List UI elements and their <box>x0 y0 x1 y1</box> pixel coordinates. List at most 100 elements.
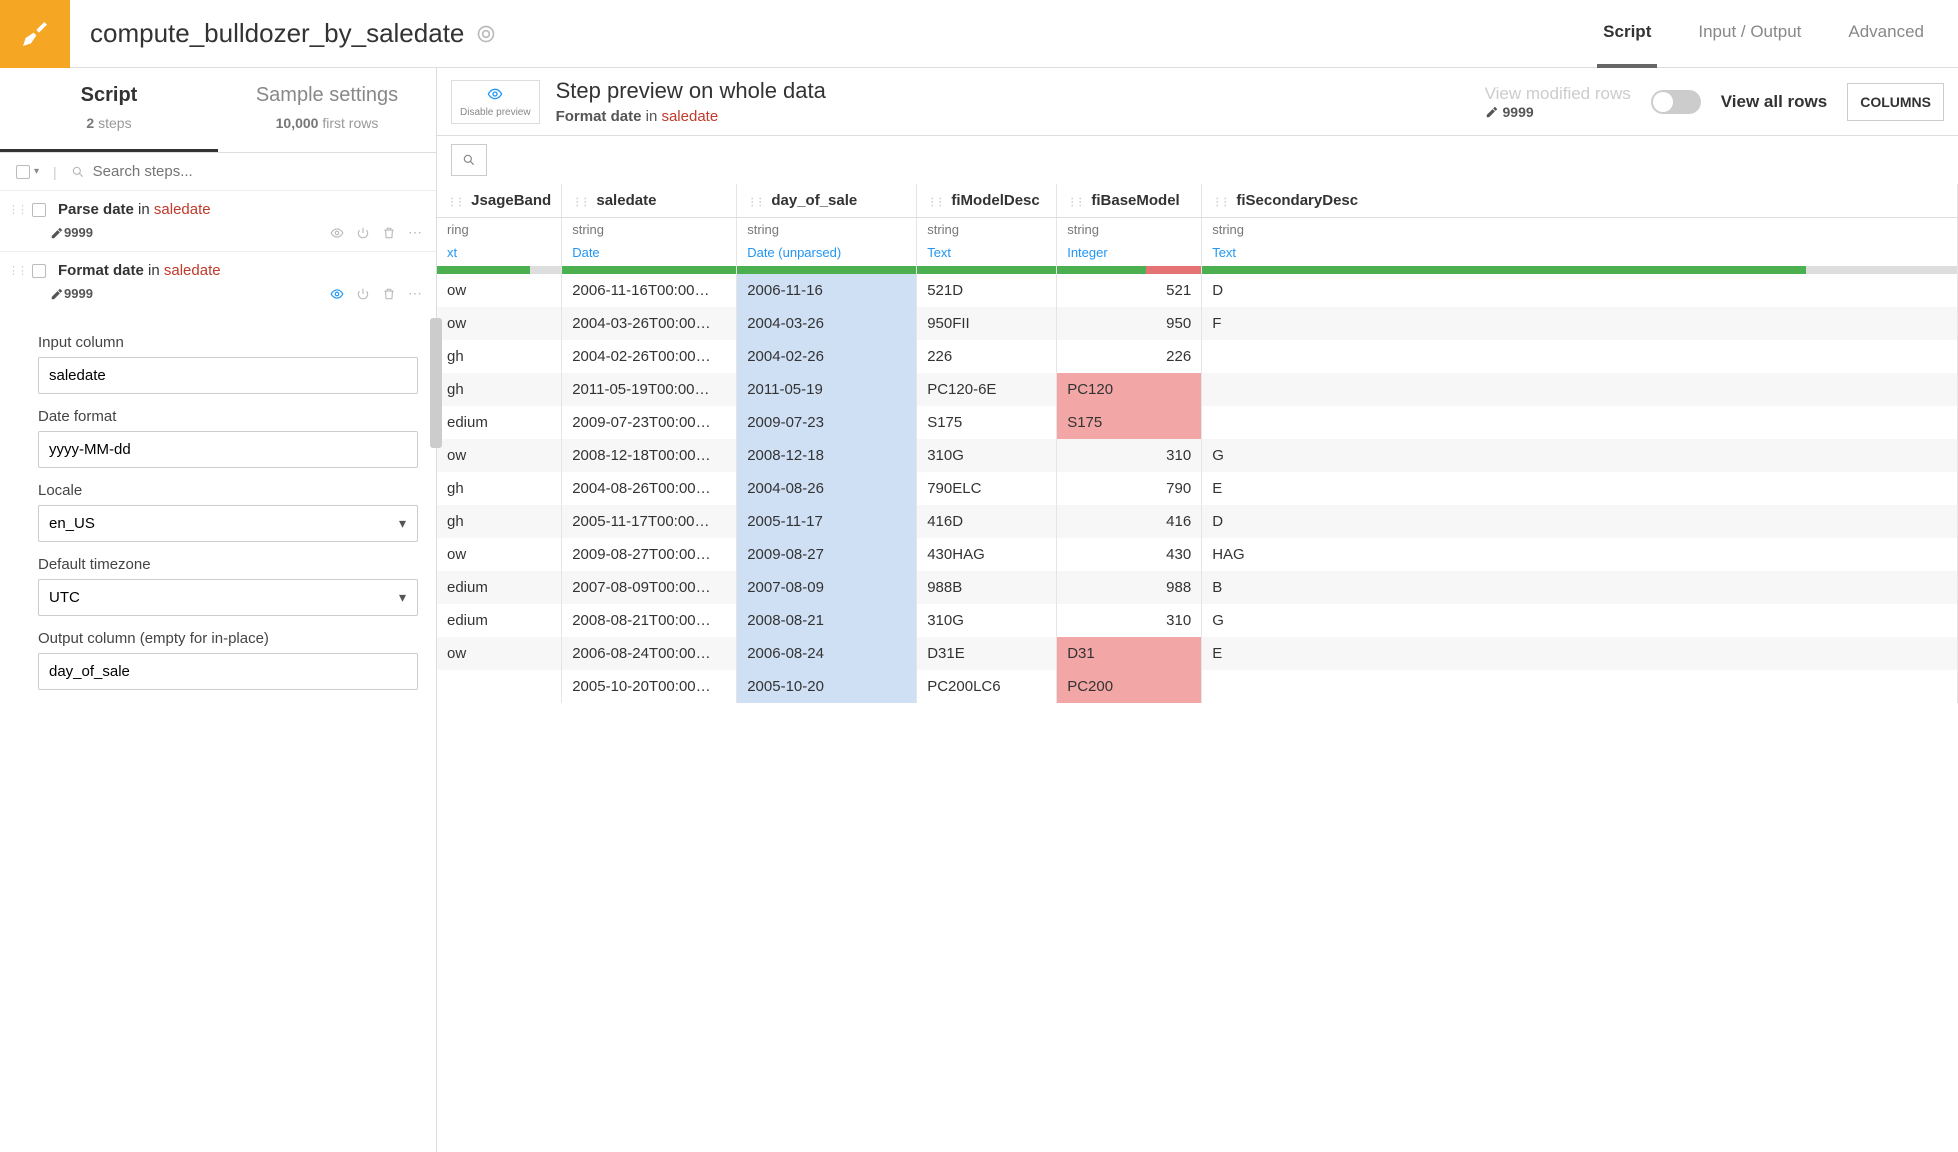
eye-icon <box>460 86 531 107</box>
timezone-label: Default timezone <box>38 556 418 573</box>
drag-handle-icon[interactable]: ⋮⋮ <box>8 203 26 216</box>
view-toggle[interactable] <box>1651 90 1701 114</box>
view-all-label: View all rows <box>1721 92 1827 112</box>
preview-subtitle: Format date in saledate <box>556 108 826 125</box>
output-column-field[interactable] <box>38 653 418 690</box>
table-toolbar <box>437 136 1958 184</box>
sidebar-tab-sample[interactable]: Sample settings 10,000 first rows <box>218 68 436 152</box>
column-type: string <box>917 218 1057 242</box>
table-row[interactable]: gh2005-11-17T00:00…2005-11-17416D416D <box>437 505 1958 538</box>
column-header[interactable]: ⋮⋮ fiSecondaryDesc <box>1202 184 1958 218</box>
column-meaning[interactable]: Text <box>917 241 1057 266</box>
select-all-checkbox[interactable] <box>16 165 30 179</box>
search-steps-input[interactable] <box>93 163 420 180</box>
data-table[interactable]: ⋮⋮ JsageBand⋮⋮ saledate⋮⋮ day_of_sale⋮⋮ … <box>437 184 1958 1152</box>
column-type: ring <box>437 218 562 242</box>
column-quality-bar <box>1057 266 1202 274</box>
column-meaning[interactable]: Text <box>1202 241 1958 266</box>
pencil-icon <box>50 225 64 241</box>
column-header[interactable]: ⋮⋮ day_of_sale <box>737 184 917 218</box>
input-column-label: Input column <box>38 334 418 351</box>
column-type: string <box>737 218 917 242</box>
input-column-field[interactable] <box>38 357 418 394</box>
column-meaning[interactable]: Date <box>562 241 737 266</box>
pencil-icon <box>50 286 64 302</box>
step-form: Input column Date format Locale Default … <box>0 312 436 710</box>
table-row[interactable]: edium2007-08-09T00:00…2007-08-09988B988B <box>437 571 1958 604</box>
column-quality-bar <box>917 266 1057 274</box>
step-affected-count: 9999 <box>64 286 93 301</box>
column-type: string <box>1057 218 1202 242</box>
sidebar-tab-script[interactable]: Script 2 steps <box>0 68 218 152</box>
column-type: string <box>562 218 737 242</box>
modified-count: 9999 <box>1485 104 1631 120</box>
app-header: compute_bulldozer_by_saledate Script Inp… <box>0 0 1958 68</box>
columns-button[interactable]: COLUMNS <box>1847 83 1944 121</box>
preview-title: Step preview on whole data <box>556 78 826 104</box>
column-quality-bar <box>737 266 917 274</box>
table-row[interactable]: gh2011-05-19T00:00…2011-05-19PC120-6EPC1… <box>437 373 1958 406</box>
table-search-button[interactable] <box>451 144 487 176</box>
table-row[interactable]: ow2006-11-16T00:00…2006-11-16521D521D <box>437 274 1958 307</box>
sidebar-resize-handle[interactable] <box>430 318 442 448</box>
locale-select[interactable] <box>38 505 418 542</box>
drag-handle-icon[interactable]: ⋮⋮ <box>8 264 26 277</box>
sidebar: Script 2 steps Sample settings 10,000 fi… <box>0 68 437 1152</box>
eye-icon[interactable] <box>330 286 344 302</box>
timezone-select[interactable] <box>38 579 418 616</box>
top-tabs: Script Input / Output Advanced <box>1597 0 1958 68</box>
eye-icon[interactable] <box>330 225 344 241</box>
column-meaning[interactable]: xt <box>437 241 562 266</box>
tab-advanced[interactable]: Advanced <box>1842 0 1930 68</box>
target-icon[interactable] <box>476 24 496 44</box>
power-icon[interactable] <box>356 286 370 302</box>
step-item[interactable]: ⋮⋮ Parse date in saledate 9999 ⋯ <box>0 191 436 252</box>
power-icon[interactable] <box>356 225 370 241</box>
more-icon[interactable]: ⋯ <box>408 285 422 302</box>
table-row[interactable]: edium2009-07-23T00:00…2009-07-23S175S175 <box>437 406 1958 439</box>
column-meaning[interactable]: Date (unparsed) <box>737 241 917 266</box>
app-logo[interactable] <box>0 0 70 68</box>
table-row[interactable]: edium2008-08-21T00:00…2008-08-21310G310G <box>437 604 1958 637</box>
trash-icon[interactable] <box>382 225 396 241</box>
step-affected-count: 9999 <box>64 225 93 240</box>
column-header[interactable]: ⋮⋮ JsageBand <box>437 184 562 218</box>
step-checkbox[interactable] <box>32 203 46 217</box>
table-row[interactable]: ow2009-08-27T00:00…2009-08-27430HAG430HA… <box>437 538 1958 571</box>
step-title: Parse date in saledate <box>58 201 211 218</box>
column-type: string <box>1202 218 1958 242</box>
search-icon <box>462 153 476 167</box>
locale-label: Locale <box>38 482 418 499</box>
disable-preview-button[interactable]: Disable preview <box>451 80 540 124</box>
date-format-field[interactable] <box>38 431 418 468</box>
table-row[interactable]: gh2004-08-26T00:00…2004-08-26790ELC790E <box>437 472 1958 505</box>
preview-header: Disable preview Step preview on whole da… <box>437 68 1958 136</box>
table-row[interactable]: ow2008-12-18T00:00…2008-12-18310G310G <box>437 439 1958 472</box>
tab-input-output[interactable]: Input / Output <box>1692 0 1807 68</box>
table-row[interactable]: gh2004-02-26T00:00…2004-02-26226226 <box>437 340 1958 373</box>
tab-script[interactable]: Script <box>1597 0 1657 68</box>
column-header[interactable]: ⋮⋮ fiModelDesc <box>917 184 1057 218</box>
column-header[interactable]: ⋮⋮ fiBaseModel <box>1057 184 1202 218</box>
table-row[interactable]: ow2006-08-24T00:00…2006-08-24D31ED31E <box>437 637 1958 670</box>
pencil-icon <box>1485 105 1499 119</box>
step-checkbox[interactable] <box>32 264 46 278</box>
content: Disable preview Step preview on whole da… <box>437 68 1958 1152</box>
step-item[interactable]: ⋮⋮ Format date in saledate 9999 ⋯ <box>0 252 436 312</box>
trash-icon[interactable] <box>382 286 396 302</box>
page-title: compute_bulldozer_by_saledate <box>90 18 464 49</box>
step-title: Format date in saledate <box>58 262 221 279</box>
date-format-label: Date format <box>38 408 418 425</box>
column-quality-bar <box>437 266 562 274</box>
chevron-down-icon[interactable]: ▾ <box>34 166 39 177</box>
column-quality-bar <box>1202 266 1958 274</box>
output-column-label: Output column (empty for in-place) <box>38 630 418 647</box>
column-meaning[interactable]: Integer <box>1057 241 1202 266</box>
more-icon[interactable]: ⋯ <box>408 224 422 241</box>
table-row[interactable]: ow2004-03-26T00:00…2004-03-26950FII950F <box>437 307 1958 340</box>
steps-search-row: ▾ | <box>0 153 436 191</box>
column-header[interactable]: ⋮⋮ saledate <box>562 184 737 218</box>
column-quality-bar <box>562 266 737 274</box>
broom-icon <box>19 18 51 50</box>
table-row[interactable]: 2005-10-20T00:00…2005-10-20PC200LC6PC200 <box>437 670 1958 703</box>
